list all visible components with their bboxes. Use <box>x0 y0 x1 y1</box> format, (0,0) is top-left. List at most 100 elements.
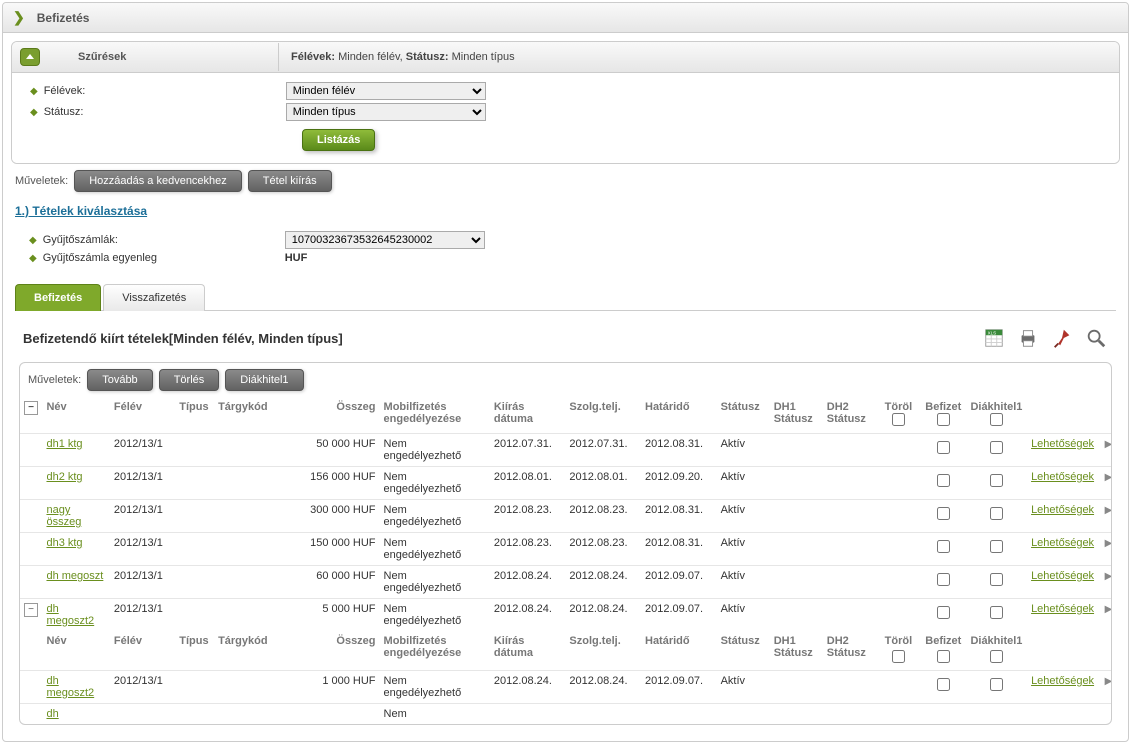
chevron-right-icon[interactable]: ▶ <box>1105 538 1112 549</box>
cell: 2012.08.31. <box>641 500 717 533</box>
row-options-link[interactable]: Lehetőségek <box>1031 603 1094 615</box>
cell <box>823 533 876 566</box>
dh1-checkbox[interactable] <box>990 474 1003 487</box>
th-issue[interactable]: Kiírás dátuma <box>490 397 566 434</box>
cell <box>214 434 286 467</box>
item-name-link[interactable]: dh <box>46 708 58 720</box>
section-select-items[interactable]: 1.) Tételek kiválasztása <box>11 198 151 224</box>
cell: 2012.08.24. <box>490 599 566 632</box>
tabs: Befizetés Visszafizetés <box>15 283 1116 311</box>
select-all-delete[interactable] <box>892 413 905 426</box>
cell: 2012.07.31. <box>490 434 566 467</box>
dh1-checkbox[interactable] <box>990 678 1003 691</box>
th-dh2[interactable]: DH2 Státusz <box>823 397 876 434</box>
expand-all-button[interactable]: − <box>24 401 38 415</box>
cell <box>770 533 823 566</box>
sub-select-all-delete[interactable] <box>892 650 905 663</box>
cell <box>214 599 286 632</box>
item-name-link[interactable]: dh megoszt <box>46 570 103 582</box>
row-expander[interactable]: − <box>24 603 38 617</box>
cell: 2012/13/1 <box>110 566 175 599</box>
th-subj[interactable]: Tárgykód <box>214 397 286 434</box>
dh1-checkbox[interactable] <box>990 441 1003 454</box>
cell: 2012.08.23. <box>565 500 641 533</box>
pay-checkbox[interactable] <box>937 507 950 520</box>
pay-checkbox[interactable] <box>937 573 950 586</box>
add-favorite-button[interactable]: Hozzáadás a kedvencekhez <box>74 170 242 192</box>
row-options-link[interactable]: Lehetőségek <box>1031 537 1094 549</box>
tab-payment[interactable]: Befizetés <box>15 284 101 311</box>
chevron-right-icon[interactable]: ▶ <box>1105 472 1112 483</box>
th-serv[interactable]: Szolg.telj. <box>565 397 641 434</box>
cell: Aktív <box>717 566 770 599</box>
select-all-pay[interactable] <box>937 413 950 426</box>
print-icon[interactable] <box>1016 326 1040 350</box>
filter-status-select[interactable]: Minden típus <box>286 103 486 121</box>
cell <box>770 500 823 533</box>
search-icon[interactable] <box>1084 326 1108 350</box>
cell: Nem engedélyezhető <box>380 566 490 599</box>
grid-next-button[interactable]: Tovább <box>87 369 152 391</box>
export-xls-icon[interactable]: XLS <box>982 326 1006 350</box>
dh1-checkbox[interactable] <box>990 507 1003 520</box>
pay-checkbox[interactable] <box>937 540 950 553</box>
dh1-checkbox[interactable] <box>990 573 1003 586</box>
pay-checkbox[interactable] <box>937 441 950 454</box>
row-options-link[interactable]: Lehetőségek <box>1031 570 1094 582</box>
cell <box>175 467 214 500</box>
th-mobile[interactable]: Mobilfizetés engedélyezése <box>380 397 490 434</box>
item-name-link[interactable]: nagy összeg <box>46 504 81 528</box>
grid-delete-button[interactable]: Törlés <box>159 369 220 391</box>
chevron-right-icon[interactable]: ▶ <box>1105 604 1112 615</box>
cell <box>175 566 214 599</box>
pay-checkbox[interactable] <box>937 678 950 691</box>
list-button[interactable]: Listázás <box>302 129 375 151</box>
new-item-button[interactable]: Tétel kiírás <box>248 170 332 192</box>
accounts-select[interactable]: 10700323673532645230002 <box>285 231 485 249</box>
cell: 2012.09.20. <box>641 467 717 500</box>
table-row: dh megoszt 2012/13/1 60 000 HUFNem engedél… <box>20 566 1111 599</box>
chevron-right-icon[interactable]: ▶ <box>1105 571 1112 582</box>
row-options-link[interactable]: Lehetőségek <box>1031 504 1094 516</box>
cell: 2012.08.24. <box>565 671 641 704</box>
accounts-label: Gyűjtőszámlák: <box>43 234 285 246</box>
table-row: dh megoszt22012/13/11 000 HUFNem engedél… <box>20 671 1111 704</box>
filter-header: Szűrések Félévek: Minden félév, Státusz:… <box>12 42 1119 73</box>
dh1-checkbox[interactable] <box>990 606 1003 619</box>
collapse-filter-button[interactable] <box>20 48 40 66</box>
th-status[interactable]: Státusz <box>717 397 770 434</box>
row-options-link[interactable]: Lehetőségek <box>1031 675 1094 687</box>
pin-icon[interactable] <box>1050 326 1074 350</box>
row-options-link[interactable]: Lehetőségek <box>1031 438 1094 450</box>
th-type[interactable]: Típus <box>175 397 214 434</box>
chevron-right-icon[interactable]: ▶ <box>1105 439 1112 450</box>
th-amount[interactable]: Összeg <box>286 397 380 434</box>
cell: Nem engedélyezhető <box>380 500 490 533</box>
item-name-link[interactable]: dh megoszt2 <box>46 603 94 627</box>
th-dh1[interactable]: DH1 Státusz <box>770 397 823 434</box>
ops-label: Műveletek: <box>15 175 68 187</box>
pay-checkbox[interactable] <box>937 606 950 619</box>
sub-select-all-dh1[interactable] <box>990 650 1003 663</box>
dh1-checkbox[interactable] <box>990 540 1003 553</box>
filter-terms-select[interactable]: Minden félév <box>286 82 486 100</box>
th-term[interactable]: Félév <box>110 397 175 434</box>
th-due[interactable]: Határidő <box>641 397 717 434</box>
chevron-right-icon[interactable]: ▶ <box>1105 505 1112 516</box>
th-name[interactable]: Név <box>42 397 109 434</box>
cell: Aktív <box>717 671 770 704</box>
cell: 60 000 HUF <box>286 566 380 599</box>
pay-checkbox[interactable] <box>937 474 950 487</box>
item-name-link[interactable]: dh3 ktg <box>46 537 82 549</box>
item-name-link[interactable]: dh megoszt2 <box>46 675 94 699</box>
tab-refund[interactable]: Visszafizetés <box>103 284 205 311</box>
sub-select-all-pay[interactable] <box>937 650 950 663</box>
grid-dh1-button[interactable]: Diákhitel1 <box>225 369 303 391</box>
select-all-dh1[interactable] <box>990 413 1003 426</box>
item-name-link[interactable]: dh1 ktg <box>46 438 82 450</box>
cell: Aktív <box>717 434 770 467</box>
chevron-right-icon[interactable]: ▶ <box>1105 676 1112 687</box>
item-name-link[interactable]: dh2 ktg <box>46 471 82 483</box>
cell: 1 000 HUF <box>286 671 380 704</box>
row-options-link[interactable]: Lehetőségek <box>1031 471 1094 483</box>
